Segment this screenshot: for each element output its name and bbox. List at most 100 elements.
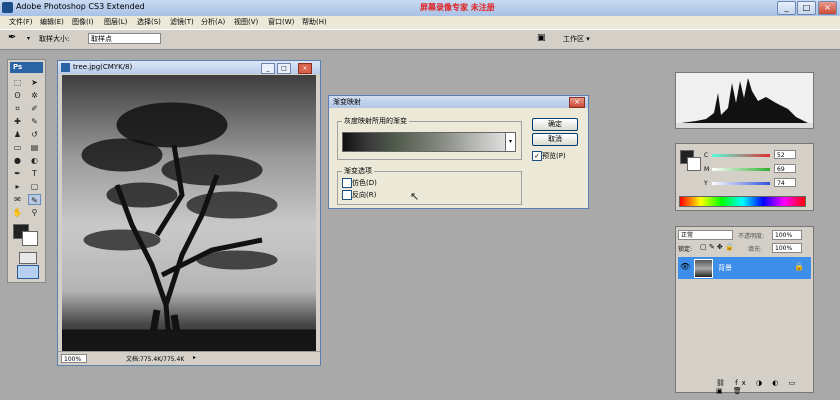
- sample-size-select[interactable]: 取样点: [88, 33, 161, 44]
- tool-preset-arrow-icon[interactable]: ▾: [27, 35, 30, 42]
- eyedropper-tool-icon[interactable]: ✎: [28, 194, 41, 205]
- clone-stamp-tool-icon[interactable]: ♟: [11, 129, 24, 140]
- history-brush-tool-icon[interactable]: ↺: [28, 129, 41, 140]
- document-title: tree.jpg(CMYK/8): [73, 63, 133, 71]
- magic-wand-tool-icon[interactable]: ✲: [28, 90, 41, 101]
- slice-tool-icon[interactable]: ✐: [28, 103, 41, 114]
- channel-m-value[interactable]: 69: [774, 164, 796, 173]
- gradient-group-label: 灰度映射所用的渐变: [342, 116, 409, 126]
- blend-mode-select[interactable]: 正常: [678, 230, 733, 240]
- cancel-button[interactable]: 取消: [532, 133, 578, 146]
- gradient-preview[interactable]: [342, 132, 513, 152]
- channel-y-slider[interactable]: [712, 182, 770, 185]
- layer-lock-icon: 🔒: [794, 262, 804, 271]
- eyedropper-icon[interactable]: ✒: [8, 32, 24, 46]
- menu-filter[interactable]: 滤镜(T): [170, 17, 194, 27]
- image-canvas[interactable]: [62, 75, 316, 351]
- close-button[interactable]: ×: [818, 1, 837, 15]
- document-window: tree.jpg(CMYK/8) _ □ × 100% 文档:775.4K/77…: [57, 60, 321, 366]
- brush-tool-icon[interactable]: ✎: [28, 116, 41, 127]
- maximize-button[interactable]: □: [797, 1, 816, 15]
- marquee-tool-icon[interactable]: ⬚: [11, 77, 24, 88]
- pen-tool-icon[interactable]: ✒: [11, 168, 24, 179]
- doc-minimize-button[interactable]: _: [261, 63, 275, 74]
- channel-m-label: M: [704, 166, 710, 173]
- lasso-tool-icon[interactable]: ʘ: [11, 90, 24, 101]
- color-ramp[interactable]: [679, 196, 806, 207]
- dither-checkbox[interactable]: [342, 178, 352, 188]
- menu-edit[interactable]: 编辑(E): [40, 17, 64, 27]
- doc-maximize-button[interactable]: □: [277, 63, 291, 74]
- background-color-swatch[interactable]: [22, 231, 38, 246]
- layer-actions-icons[interactable]: ⛓ fx ◑ ◐ ▭ ▣ 🗑: [716, 379, 813, 395]
- sample-size-label: 取样大小:: [39, 35, 70, 43]
- histogram-panel: [675, 72, 814, 129]
- menu-view[interactable]: 视图(V): [234, 17, 258, 27]
- menu-analysis[interactable]: 分析(A): [201, 17, 225, 27]
- channel-c-label: C: [704, 152, 709, 159]
- channel-y-label: Y: [704, 180, 708, 187]
- menu-help[interactable]: 帮助(H): [302, 17, 327, 27]
- menu-select[interactable]: 选择(S): [137, 17, 161, 27]
- color-background-swatch[interactable]: [687, 157, 701, 171]
- preview-label: 预览(P): [542, 152, 566, 160]
- workspace-menu[interactable]: 工作区 ▾: [563, 34, 590, 44]
- ps-logo: Ps: [10, 62, 43, 73]
- channel-c-value[interactable]: 52: [774, 150, 796, 159]
- preview-checkbox[interactable]: ✓: [532, 151, 542, 161]
- menu-bar: 文件(F) 编辑(E) 图像(I) 图层(L) 选择(S) 滤镜(T) 分析(A…: [0, 16, 840, 29]
- document-title-bar: tree.jpg(CMYK/8) _ □ ×: [58, 61, 320, 74]
- shape-tool-icon[interactable]: ▢: [28, 181, 41, 192]
- crop-tool-icon[interactable]: ⌗: [11, 103, 24, 114]
- screen-mode-icon[interactable]: [17, 265, 39, 279]
- reverse-checkbox[interactable]: [342, 190, 352, 200]
- histogram-graph: [676, 78, 813, 128]
- channel-y-value[interactable]: 74: [774, 178, 796, 187]
- menu-window[interactable]: 窗口(W): [268, 17, 294, 27]
- lock-icons[interactable]: ▢ ✎ ✥ 🔒: [700, 243, 734, 251]
- move-tool-icon[interactable]: ➤: [28, 77, 41, 88]
- opacity-field[interactable]: 100%: [772, 230, 802, 240]
- minimize-button[interactable]: _: [777, 1, 796, 15]
- blur-tool-icon[interactable]: ●: [11, 155, 24, 166]
- fill-field[interactable]: 100%: [772, 243, 802, 253]
- path-selection-tool-icon[interactable]: ▸: [11, 181, 24, 192]
- healing-brush-tool-icon[interactable]: ✚: [11, 116, 24, 127]
- hand-tool-icon[interactable]: ✋: [11, 207, 24, 218]
- menu-layer[interactable]: 图层(L): [104, 17, 127, 27]
- ok-button[interactable]: 确定: [532, 118, 578, 131]
- opacity-label: 不透明度:: [738, 233, 765, 240]
- eye-icon[interactable]: 👁: [680, 262, 690, 271]
- title-bar: Adobe Photoshop CS3 Extended 屏幕录像专家 未注册 …: [0, 0, 840, 17]
- fill-label: 填充:: [748, 246, 763, 253]
- channel-c-slider[interactable]: [712, 154, 770, 157]
- channel-m-slider[interactable]: [712, 168, 770, 171]
- layer-thumbnail: [694, 259, 713, 278]
- document-icon: [61, 63, 70, 72]
- dialog-close-button[interactable]: ×: [569, 97, 585, 108]
- color-panel: C 52 M 69 Y 74: [675, 143, 814, 211]
- eraser-tool-icon[interactable]: ▭: [11, 142, 24, 153]
- type-tool-icon[interactable]: T: [28, 168, 41, 179]
- layer-row[interactable]: 👁 背景 🔒: [678, 257, 811, 279]
- status-menu-arrow-icon[interactable]: ▸: [193, 354, 196, 361]
- document-info: 文档:775.4K/775.4K: [126, 356, 185, 363]
- dither-label: 仿色(D): [352, 179, 377, 187]
- zoom-tool-icon[interactable]: ⚲: [28, 207, 41, 218]
- lock-label: 锁定:: [678, 246, 693, 253]
- tools-panel: Ps ⬚ ➤ ʘ ✲ ⌗ ✐ ✚ ✎ ♟ ↺ ▭ ▤ ● ◐ ✒ T ▸ ▢ ✉…: [7, 59, 46, 283]
- menu-image[interactable]: 图像(I): [72, 17, 94, 27]
- gradient-dropdown-arrow-icon[interactable]: ▾: [505, 132, 516, 152]
- doc-close-button[interactable]: ×: [298, 63, 312, 74]
- quick-mask-icon[interactable]: [19, 252, 37, 264]
- palette-well-icon[interactable]: ▣: [537, 33, 551, 44]
- menu-file[interactable]: 文件(F): [9, 17, 33, 27]
- app-title: Adobe Photoshop CS3 Extended: [16, 2, 145, 11]
- dodge-tool-icon[interactable]: ◐: [28, 155, 41, 166]
- gradient-tool-icon[interactable]: ▤: [28, 142, 41, 153]
- layers-panel: 正常 不透明度: 100% 锁定: ▢ ✎ ✥ 🔒 填充: 100% 👁 背景 …: [675, 226, 814, 395]
- layer-name[interactable]: 背景: [718, 263, 732, 273]
- photoshop-logo-icon: [2, 2, 13, 13]
- zoom-field[interactable]: 100%: [61, 354, 87, 363]
- notes-tool-icon[interactable]: ✉: [11, 194, 24, 205]
